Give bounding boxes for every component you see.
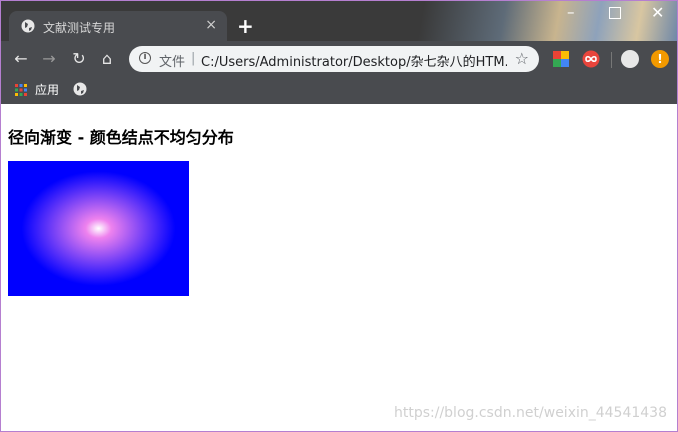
apps-bookmark-label[interactable]: 应用 xyxy=(35,81,59,98)
new-tab-button[interactable]: + xyxy=(237,16,254,36)
watermark-text: https://blog.csdn.net/weixin_44541438 xyxy=(393,405,667,421)
extension-infinity-icon[interactable] xyxy=(582,50,600,68)
apps-grid-icon[interactable] xyxy=(15,84,27,96)
browser-toolbar: ← → ↻ ⌂ i 文件 | C:/Users/Administrator/De… xyxy=(1,41,677,77)
tab-strip: 文献测试专用 × + – ✕ xyxy=(1,1,677,42)
url-text[interactable]: C:/Users/Administrator/Desktop/杂七杂八的HTM.… xyxy=(201,51,507,70)
profile-avatar[interactable] xyxy=(621,50,639,68)
globe-icon xyxy=(21,19,35,33)
bookmark-star-icon[interactable]: ☆ xyxy=(515,49,529,68)
bookmarks-bar: 应用 xyxy=(1,77,677,104)
update-alert-icon[interactable]: ! xyxy=(651,50,669,68)
tab-title: 文献测试专用 xyxy=(43,21,116,35)
reload-button[interactable]: ↻ xyxy=(69,49,89,69)
minimize-button[interactable]: – xyxy=(567,5,575,20)
browser-tab[interactable]: 文献测试专用 × xyxy=(9,11,227,42)
toolbar-divider xyxy=(611,52,612,68)
tab-close-icon[interactable]: × xyxy=(205,18,217,32)
bookmark-globe-icon[interactable] xyxy=(73,82,87,96)
page-heading: 径向渐变 - 颜色结点不均匀分布 xyxy=(8,128,234,147)
address-separator: | xyxy=(191,51,196,66)
address-bar[interactable]: i 文件 | C:/Users/Administrator/Desktop/杂七… xyxy=(129,46,539,72)
page-content: 径向渐变 - 颜色结点不均匀分布 https://blog.csdn.net/w… xyxy=(1,104,677,431)
maximize-button[interactable] xyxy=(609,7,621,19)
close-window-button[interactable]: ✕ xyxy=(651,5,664,21)
back-button[interactable]: ← xyxy=(11,49,31,69)
home-button[interactable]: ⌂ xyxy=(97,49,117,69)
forward-button[interactable]: → xyxy=(39,49,59,69)
info-icon[interactable]: i xyxy=(139,52,151,64)
extension-puzzle-icon[interactable] xyxy=(552,50,570,68)
file-scheme-label: 文件 xyxy=(159,55,186,70)
radial-gradient-box xyxy=(8,161,189,296)
